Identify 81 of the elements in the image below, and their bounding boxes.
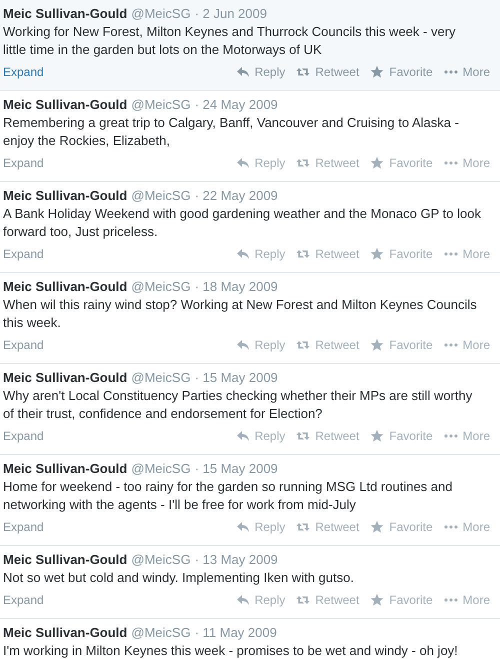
tweet-date[interactable]: · 13 May 2009 [194,551,278,569]
author-name[interactable]: Meic Sullivan-Gould [3,369,128,387]
author-handle[interactable]: @MeicSG [131,96,191,114]
expand-link[interactable]: Expand [3,518,44,536]
retweet-action[interactable]: Retweet [315,427,360,445]
tweet-text: Home for weekend - too rainy for the garden so running MSG Ltd routines and networking with the agents - I'll be free for work from mid-July [3,478,454,514]
author-handle[interactable]: @MeicSG [131,278,191,296]
reply-action[interactable]: Reply [254,245,286,263]
author-name[interactable]: Meic Sullivan-Gould [3,278,128,296]
tweet-text: A Bank Holiday Weekend with good gardening weather and the Monaco GP to look forward too, Just priceless. [3,205,482,241]
expand-link[interactable]: Expand [3,336,44,354]
favorite-action[interactable]: Favorite [389,518,433,536]
more-action[interactable]: More [462,427,490,445]
tweet-date[interactable]: · 18 May 2009 [194,278,278,296]
favorite-action[interactable]: Favorite [389,245,433,263]
reply-arrow-icon[interactable] [236,429,250,443]
expand-link[interactable]: Expand [3,245,44,263]
reply-action[interactable]: Reply [254,518,286,536]
tweet-date[interactable]: · 24 May 2009 [194,96,278,114]
reply-action[interactable]: Reply [254,591,286,609]
more-action[interactable]: More [462,154,490,172]
author-handle[interactable]: @MeicSG [131,460,191,478]
author-name[interactable]: Meic Sullivan-Gould [3,96,128,114]
author-handle[interactable]: @MeicSG [131,369,191,387]
expand-link[interactable]: Expand [3,427,44,445]
tweet-text: I'm working in Milton Keynes this week - promises to be wet and windy - oh joy! [3,642,459,659]
tweet-text: When wil this rainy wind stop? Working at New Forest and Milton Keynes Councils this week. [3,296,478,332]
star-icon[interactable] [370,593,384,607]
tweet-date[interactable]: · 2 Jun 2009 [194,5,267,23]
reply-action[interactable]: Reply [254,63,286,81]
star-icon[interactable] [370,247,384,261]
favorite-action[interactable]: Favorite [389,63,433,81]
favorite-action[interactable]: Favorite [389,591,433,609]
star-icon[interactable] [370,156,384,170]
star-icon[interactable] [370,429,384,443]
tweet-text: Not so wet but cold and windy. Implementing Iken with gutso. [3,569,355,587]
expand-link[interactable]: Expand [3,63,44,81]
author-handle[interactable]: @MeicSG [131,5,191,23]
retweet-action[interactable]: Retweet [315,63,360,81]
reply-action[interactable]: Reply [254,336,286,354]
retweet-action[interactable]: Retweet [315,245,360,263]
author-name[interactable]: Meic Sullivan-Gould [3,5,128,23]
tweet-date[interactable]: · 15 May 2009 [194,460,278,478]
tweet-text: Why aren't Local Constituency Parties checking whether their MPs are still worthy of their trust, confidence and endorsement for Election? [3,387,474,423]
expand-link[interactable]: Expand [3,154,44,172]
more-action[interactable]: More [462,336,490,354]
star-icon[interactable] [370,65,384,79]
tweet-date[interactable]: · 22 May 2009 [194,187,278,205]
reply-arrow-icon[interactable] [236,520,250,534]
more-action[interactable]: More [462,63,490,81]
author-name[interactable]: Meic Sullivan-Gould [3,187,128,205]
reply-action[interactable]: Reply [254,427,286,445]
tweet-text: Remembering a great trip to Calgary, Banff, Vancouver and Cruising to Alaska - enjoy the Rockies, Elizabeth, [3,114,460,150]
more-action[interactable]: More [462,591,490,609]
expand-link[interactable]: Expand [3,591,44,609]
reply-arrow-icon[interactable] [236,593,250,607]
star-icon[interactable] [370,520,384,534]
retweet-action[interactable]: Retweet [315,154,360,172]
author-name[interactable]: Meic Sullivan-Gould [3,460,128,478]
more-action[interactable]: More [462,245,490,263]
tweet-text: Working for New Forest, Milton Keynes and Thurrock Councils this week - very little time in the garden but lots on the Motorways of UK [3,23,457,59]
author-handle[interactable]: @MeicSG [131,187,191,205]
reply-action[interactable]: Reply [254,154,286,172]
retweet-action[interactable]: Retweet [315,591,360,609]
tweet-date[interactable]: · 11 May 2009 [194,624,277,642]
star-icon[interactable] [370,338,384,352]
favorite-action[interactable]: Favorite [389,427,433,445]
more-action[interactable]: More [462,518,490,536]
retweet-action[interactable]: Retweet [315,336,360,354]
reply-arrow-icon[interactable] [236,338,250,352]
author-name[interactable]: Meic Sullivan-Gould [3,551,128,569]
author-handle[interactable]: @MeicSG [131,624,191,642]
author-name[interactable]: Meic Sullivan-Gould [3,624,128,642]
favorite-action[interactable]: Favorite [389,154,433,172]
reply-arrow-icon[interactable] [236,247,250,261]
reply-arrow-icon[interactable] [236,65,250,79]
tweet-date[interactable]: · 15 May 2009 [194,369,278,387]
favorite-action[interactable]: Favorite [389,336,433,354]
retweet-action[interactable]: Retweet [315,518,360,536]
author-handle[interactable]: @MeicSG [131,551,191,569]
reply-arrow-icon[interactable] [236,156,250,170]
